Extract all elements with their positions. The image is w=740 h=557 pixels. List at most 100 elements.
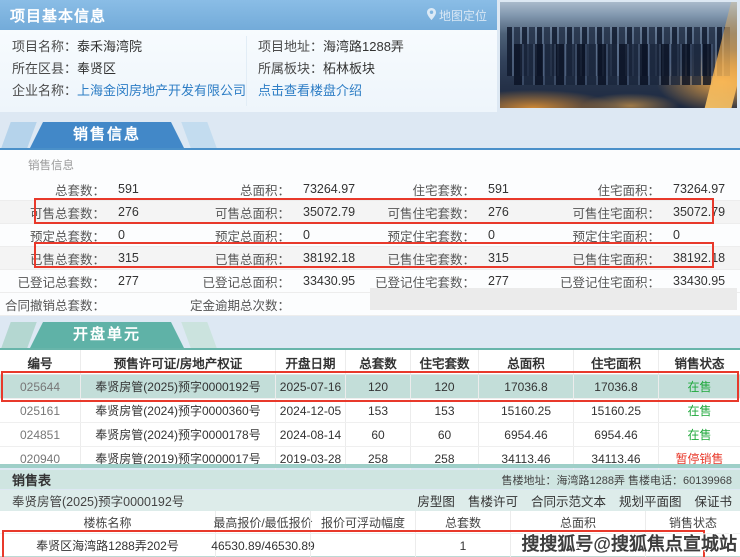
- doc-link-contract-sample[interactable]: 合同示范文本: [531, 491, 606, 510]
- project-photo: [500, 2, 737, 108]
- stat-label: 预定总套数：: [0, 226, 105, 245]
- building-name: 奉贤区海湾路1288弄202号: [0, 534, 215, 557]
- unit-total: 60: [345, 423, 410, 446]
- stat-label: 可售总套数：: [0, 203, 105, 222]
- unit-res: 153: [410, 399, 478, 422]
- unit-license: 奉贤房管(2024)预字0000178号: [80, 423, 275, 446]
- stat-value: 276: [475, 205, 509, 219]
- stat-label: 预定住宅套数：: [370, 226, 475, 245]
- district-value: 奉贤区: [77, 61, 116, 76]
- unit-total: 120: [345, 375, 410, 398]
- stat-value: 38192.18: [290, 251, 355, 265]
- stat-label: 可售住宅面积：: [555, 203, 660, 222]
- doc-link-sales-permit[interactable]: 售楼许可: [468, 491, 518, 510]
- unit-id: 024851: [0, 423, 80, 446]
- developer-link[interactable]: 上海金闵房地产开发有限公司: [77, 83, 246, 98]
- column-header: 预售许可证/房地产权证: [80, 350, 275, 374]
- tab-decor-right: [181, 122, 216, 148]
- tab-opening-units[interactable]: 开盘单元: [30, 322, 184, 348]
- status-badge: 在售: [658, 399, 740, 422]
- stat-value: 33430.95: [660, 274, 725, 288]
- empty-cell-block: [370, 288, 737, 310]
- stat-label: 住宅面积：: [555, 180, 660, 199]
- unit-res: 120: [410, 375, 478, 398]
- column-header: 住宅面积: [573, 350, 658, 374]
- column-header: 住宅套数: [410, 350, 478, 374]
- table-row-selected[interactable]: 025644 奉贤房管(2025)预字0000192号 2025-07-16 1…: [0, 375, 740, 399]
- unit-area: 17036.8: [478, 375, 573, 398]
- building-intro-link[interactable]: 点击查看楼盘介绍: [258, 83, 362, 98]
- sales-table-title: 销售表: [12, 470, 51, 489]
- stat-label: 已售住宅套数：: [370, 249, 475, 268]
- column-header: 报价可浮动幅度: [310, 511, 415, 533]
- stat-value: 276: [105, 205, 139, 219]
- stat-value: 315: [475, 251, 509, 265]
- unit-res: 60: [410, 423, 478, 446]
- unit-date: 2024-08-14: [275, 423, 345, 446]
- tab-sales-info[interactable]: 销售信息: [30, 122, 184, 148]
- stat-value: 277: [105, 274, 139, 288]
- developer-field: 企业名称：上海金闵房地产开发有限公司: [12, 80, 246, 102]
- unit-area: 15160.25: [478, 399, 573, 422]
- map-pin-icon: [427, 8, 436, 23]
- column-header: 开盘日期: [275, 350, 345, 374]
- stat-label: 总套数：: [0, 180, 105, 199]
- sales-table-header: 销售表 售楼地址：海湾路1288弄 售楼电话：60139968: [0, 470, 740, 489]
- table-header-row: 编号 预售许可证/房地产权证 开盘日期 总套数 住宅套数 总面积 住宅面积 销售…: [0, 350, 740, 375]
- plate-value: 柘林板块: [323, 61, 375, 76]
- unit-total: 153: [345, 399, 410, 422]
- table-row[interactable]: 024851 奉贤房管(2024)预字0000178号 2024-08-14 6…: [0, 423, 740, 447]
- stat-label: 总面积：: [185, 180, 290, 199]
- unit-date: 2025-07-16: [275, 375, 345, 398]
- page-header: 项目基本信息 地图定位: [0, 0, 497, 30]
- table-row[interactable]: 025161 奉贤房管(2024)预字0000360号 2024-12-05 1…: [0, 399, 740, 423]
- unit-license: 奉贤房管(2024)预字0000360号: [80, 399, 275, 422]
- column-header: 总套数: [345, 350, 410, 374]
- address-field: 项目地址：海湾路1288弄: [258, 36, 404, 58]
- sales-table-subheader: 奉贤房管(2025)预字0000192号 房型图 售楼许可 合同示范文本 规划平…: [0, 490, 740, 511]
- stat-value: 0: [105, 228, 125, 242]
- developer-label: 企业名称：: [12, 83, 77, 98]
- stat-label: 预定住宅面积：: [555, 226, 660, 245]
- section-separator: [0, 464, 740, 468]
- project-name-value: 泰禾海湾院: [77, 39, 142, 54]
- unit-res-area: 6954.46: [573, 423, 658, 446]
- photo-buildings-near: [514, 44, 713, 84]
- stat-value: 33430.95: [290, 274, 355, 288]
- stat-value: 591: [475, 182, 509, 196]
- plate-field: 所属板块：柘林板块: [258, 58, 404, 80]
- stat-value: 73264.97: [660, 182, 725, 196]
- stat-value: 0: [475, 228, 495, 242]
- table-row: 总套数：591 总面积：73264.97 住宅套数：591 住宅面积：73264…: [0, 178, 740, 201]
- table-row: 预定总套数：0 预定总面积：0 预定住宅套数：0 预定住宅面积：0: [0, 224, 740, 247]
- project-name-field: 项目名称：泰禾海湾院: [12, 36, 246, 58]
- page: 项目基本信息 地图定位 项目名称：泰禾海湾院 所在区县：奉贤区 企业名称：上海金…: [0, 0, 740, 557]
- stat-value: 591: [105, 182, 139, 196]
- unit-license: 奉贤房管(2025)预字0000192号: [80, 375, 275, 398]
- stat-value: 35072.79: [290, 205, 355, 219]
- project-info-card: 项目名称：泰禾海湾院 所在区县：奉贤区 企业名称：上海金闵房地产开发有限公司 项…: [0, 30, 497, 112]
- unit-res-area: 17036.8: [573, 375, 658, 398]
- column-header: 楼栋名称: [0, 511, 215, 533]
- column-divider: [246, 36, 247, 106]
- doc-link-plan-drawing[interactable]: 规划平面图: [619, 491, 682, 510]
- unit-id: 025161: [0, 399, 80, 422]
- doc-link-floorplan[interactable]: 房型图: [417, 491, 455, 510]
- stat-label: 已登记总面积：: [185, 272, 290, 291]
- stat-label: 定金逾期总次数：: [185, 295, 290, 314]
- address-label: 项目地址：: [258, 39, 323, 54]
- stat-value: 0: [660, 228, 680, 242]
- column-header: 总套数: [415, 511, 510, 533]
- doc-link-guarantee[interactable]: 保证书: [694, 491, 732, 510]
- column-header: 总面积: [478, 350, 573, 374]
- stat-value: 38192.18: [660, 251, 725, 265]
- stat-value: 35072.79: [660, 205, 725, 219]
- tab-decor-right: [181, 322, 216, 348]
- stat-label: 已售总套数：: [0, 249, 105, 268]
- map-location-link[interactable]: 地图定位: [427, 7, 487, 24]
- plate-label: 所属板块：: [258, 61, 323, 76]
- district-field: 所在区县：奉贤区: [12, 58, 246, 80]
- selected-license: 奉贤房管(2025)预字0000192号: [12, 491, 184, 510]
- stat-label: 可售住宅套数：: [370, 203, 475, 222]
- stat-value: 0: [290, 228, 310, 242]
